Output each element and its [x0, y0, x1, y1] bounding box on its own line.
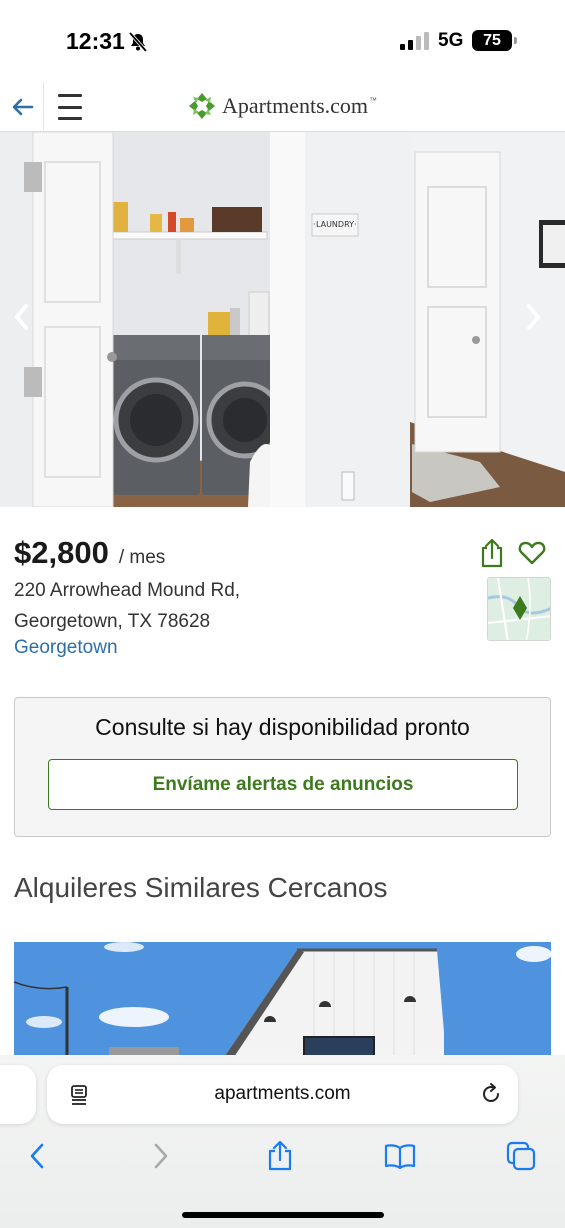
header-divider	[43, 82, 44, 130]
heart-icon[interactable]	[518, 540, 546, 566]
laundry-room-photo	[0, 132, 565, 507]
signal-icon	[400, 32, 429, 50]
similar-rental-photo	[14, 942, 551, 1072]
neighborhood-link[interactable]: Georgetown	[14, 637, 118, 659]
site-logo[interactable]: Apartments.com ™	[187, 91, 377, 121]
hamburger-menu-icon[interactable]	[58, 94, 82, 120]
listing-price: $2,800	[14, 535, 109, 570]
address-bar[interactable]: apartments.com	[47, 1065, 518, 1124]
browser-toolbar: apartments.com	[0, 1055, 565, 1228]
chevron-left-icon	[15, 304, 28, 330]
app-header: Apartments.com ™	[0, 82, 565, 132]
battery-level: 75	[483, 31, 501, 49]
forward-icon[interactable]	[144, 1140, 176, 1172]
similar-rental-card[interactable]	[14, 942, 551, 1072]
back-icon[interactable]	[22, 1140, 54, 1172]
laundry-sign-text: ·LAUNDRY·	[313, 220, 357, 229]
listing-address: 220 Arrowhead Mound Rd, Georgetown, TX 7…	[14, 575, 240, 637]
status-time: 12:31	[66, 28, 125, 54]
map-thumbnail[interactable]	[487, 577, 551, 641]
next-photo-button[interactable]	[523, 302, 553, 338]
previous-tab-pill[interactable]	[0, 1065, 36, 1124]
back-arrow-icon[interactable]	[8, 92, 38, 122]
availability-card: Consulte si hay disponibilidad pronto En…	[14, 697, 551, 837]
listing-alerts-button[interactable]: Envíame alertas de anuncios	[48, 759, 518, 810]
bookmarks-icon[interactable]	[384, 1140, 416, 1172]
apartments-logo-icon	[189, 93, 215, 119]
availability-title: Consulte si hay disponibilidad pronto	[95, 714, 470, 740]
brand-name: Apartments.com	[222, 93, 369, 118]
map-pin-icon	[488, 578, 550, 640]
network-type: 5G	[438, 30, 464, 51]
similar-rentals-title: Alquileres Similares Cercanos	[14, 872, 388, 903]
listing-photo[interactable]: ·LAUNDRY·	[0, 132, 565, 507]
share-icon[interactable]	[264, 1140, 296, 1172]
share-icon[interactable]	[479, 538, 505, 568]
trademark: ™	[369, 95, 378, 105]
price-row: $2,800 / mes	[14, 535, 165, 571]
tabs-icon[interactable]	[505, 1140, 537, 1172]
bell-slash-icon	[128, 31, 148, 53]
battery-icon: 75	[472, 30, 517, 51]
home-indicator[interactable]	[182, 1212, 384, 1218]
price-unit: / mes	[118, 547, 166, 568]
status-bar: 12:31 5G 75	[0, 0, 565, 82]
url-text: apartments.com	[214, 1083, 351, 1104]
address-line-2: Georgetown, TX 78628	[14, 611, 211, 632]
prev-photo-button[interactable]	[12, 302, 42, 338]
address-line-1: 220 Arrowhead Mound Rd,	[14, 580, 241, 601]
chevron-right-icon	[527, 304, 540, 330]
reload-icon[interactable]	[479, 1082, 503, 1106]
